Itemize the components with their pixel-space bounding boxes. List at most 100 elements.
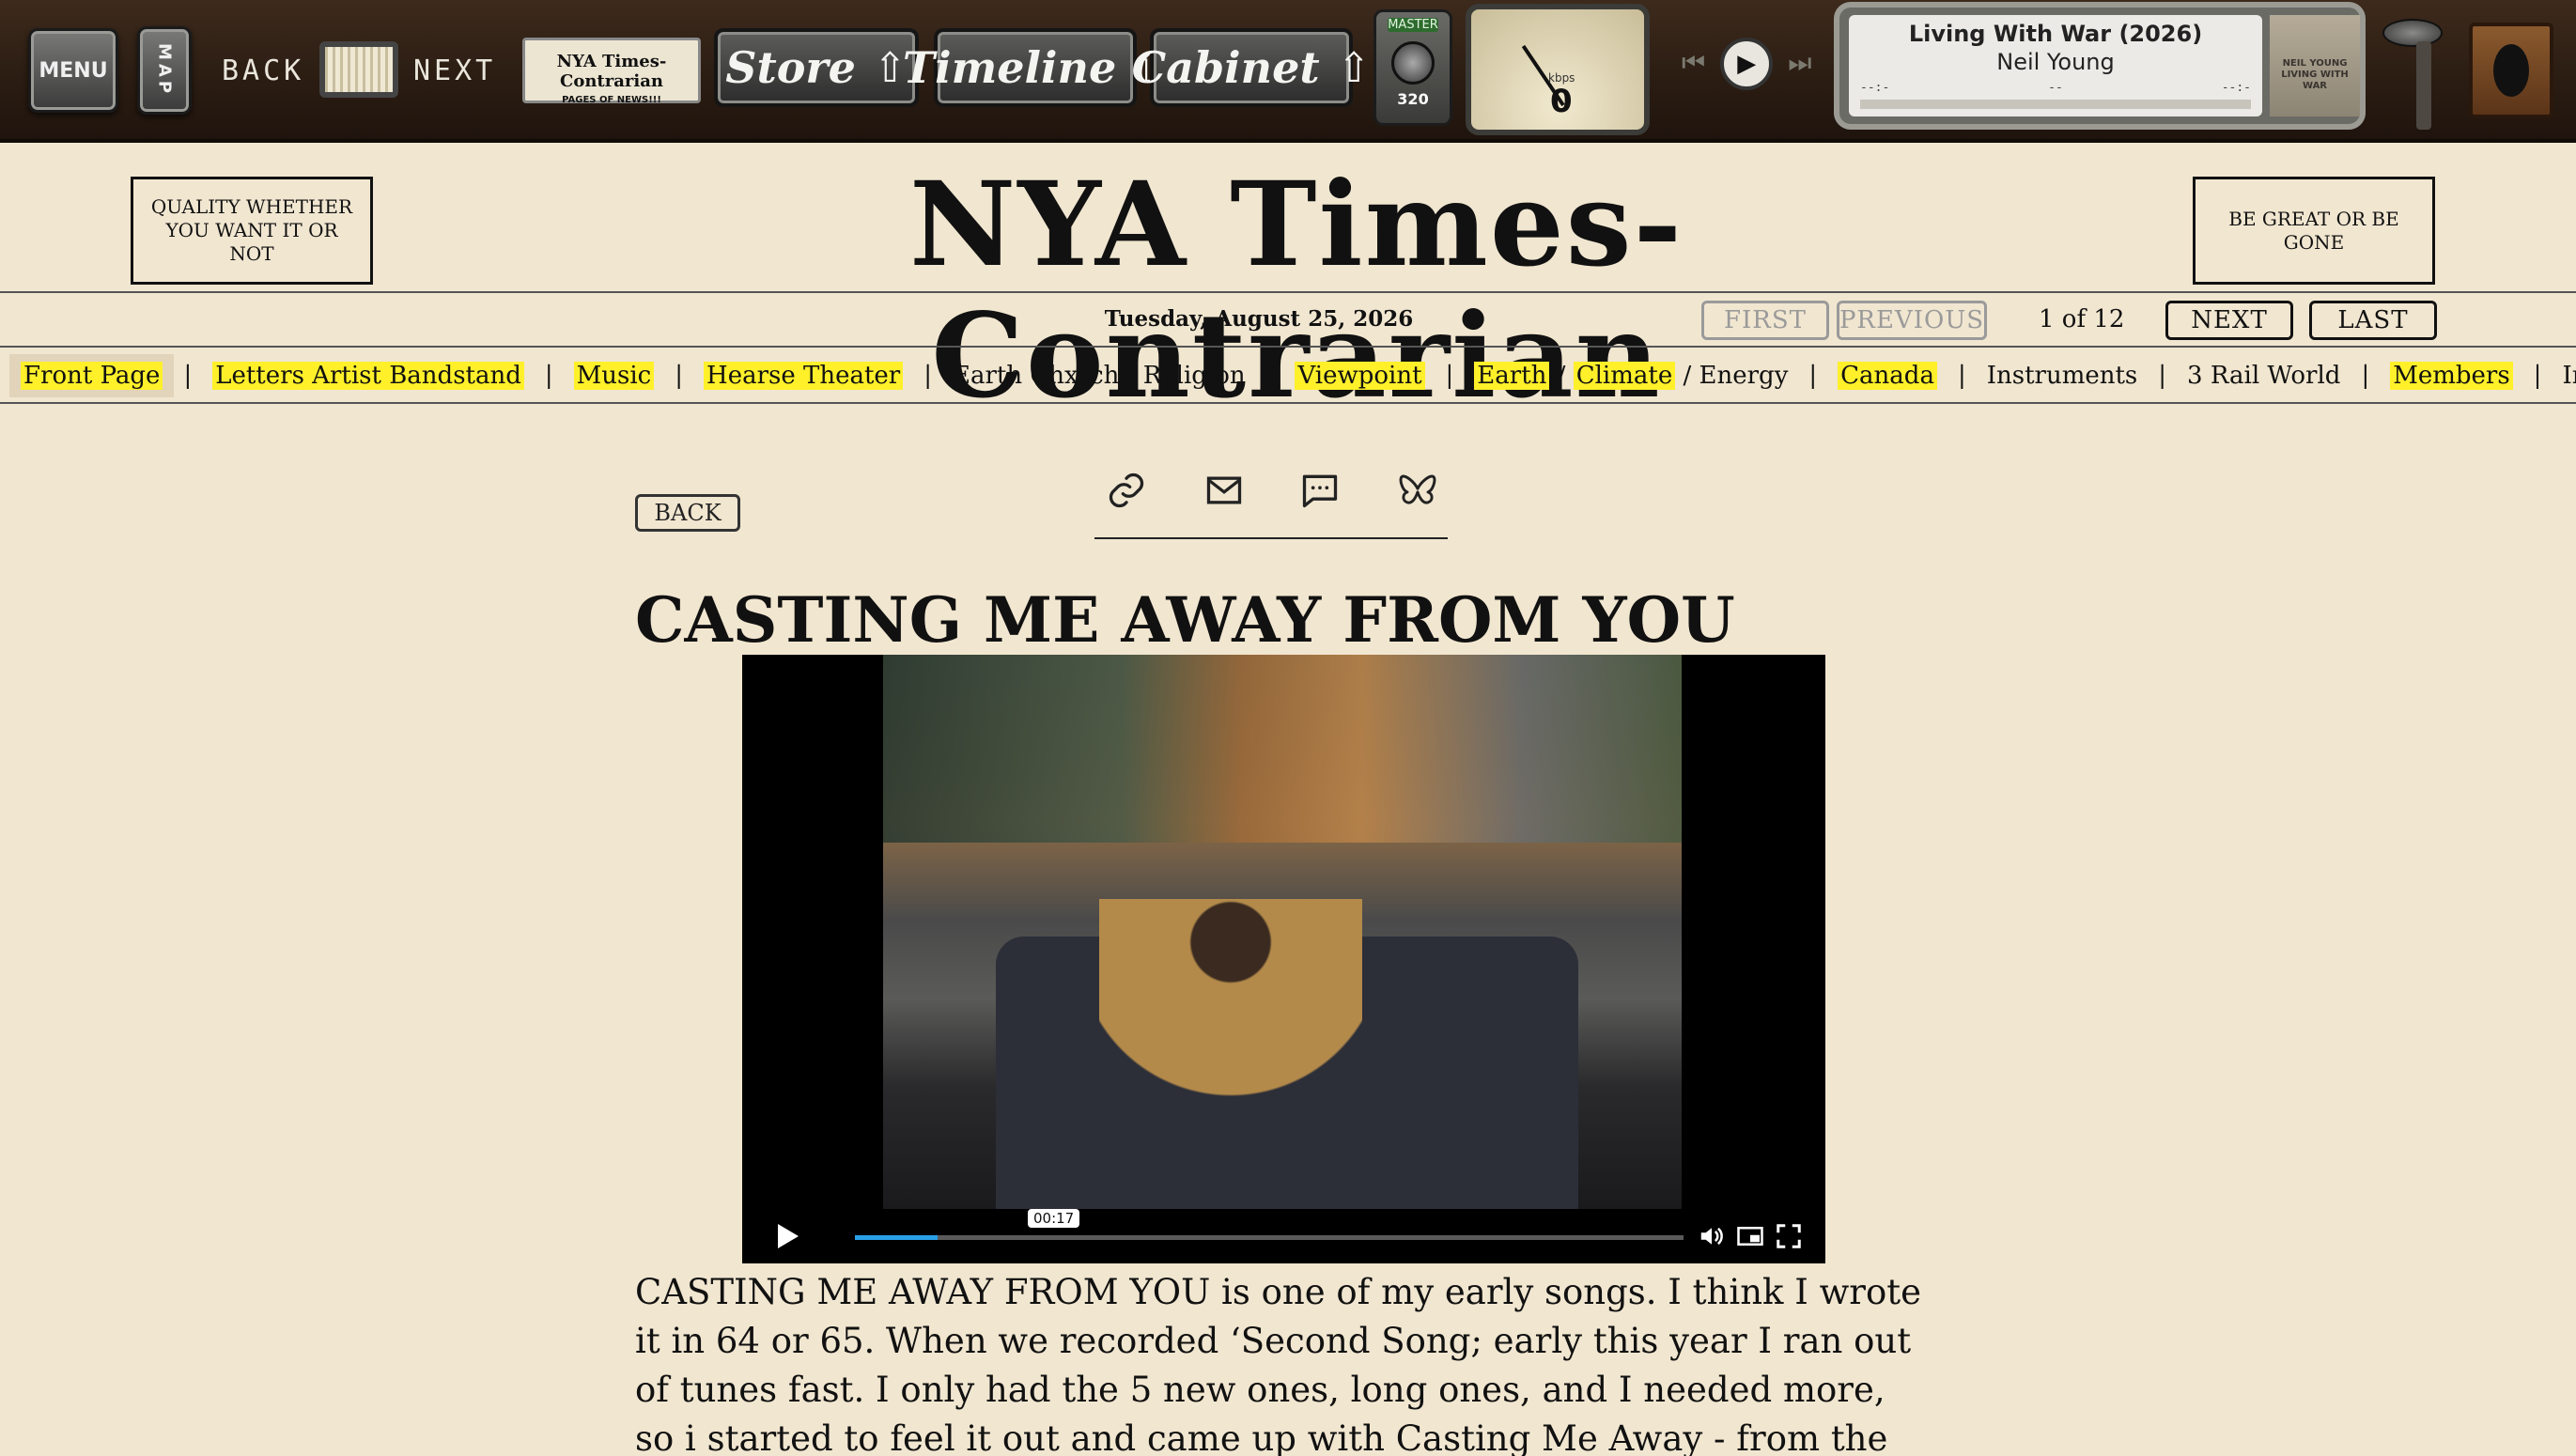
volume-icon[interactable] bbox=[1698, 1222, 1726, 1250]
nav-front-page-label: Front Page bbox=[21, 362, 163, 390]
nav-earth-church[interactable]: Earth Chxrch / Religion bbox=[941, 354, 1257, 397]
newspaper-button[interactable]: NYA Times-Contrarian PAGES OF NEWS!!! bbox=[522, 38, 701, 105]
nav-separator: | bbox=[2533, 362, 2542, 390]
master-knob-icon bbox=[1391, 41, 1435, 85]
nav-letters[interactable]: Letters Artist Bandstand bbox=[201, 354, 535, 397]
store-label: Store bbox=[725, 42, 856, 93]
nav-letters-label: Letters Artist Bandstand bbox=[212, 362, 524, 390]
transport-controls: ⏮ ▶ ⏭ bbox=[1682, 38, 1811, 90]
mail-icon[interactable] bbox=[1203, 470, 1245, 511]
album-cover[interactable]: NEIL YOUNG LIVING WITH WAR bbox=[2270, 15, 2360, 116]
share-bar bbox=[1094, 470, 1448, 539]
now-playing-progress-bar[interactable] bbox=[1860, 100, 2251, 109]
newspaper-button-title: NYA Times-Contrarian bbox=[556, 52, 667, 91]
nav-separator: | bbox=[2158, 362, 2167, 390]
link-icon[interactable] bbox=[1106, 470, 1147, 511]
timeline-button[interactable]: Timeline ⇧ bbox=[903, 28, 1168, 107]
nav-slash: / bbox=[1557, 362, 1566, 390]
cabinet-button[interactable]: Cabinet ⇧ bbox=[1132, 28, 1371, 107]
masthead-left-box: QUALITY WHETHER YOU WANT IT OR NOT bbox=[131, 177, 373, 285]
divider bbox=[0, 346, 2576, 348]
time-mid: -- bbox=[2048, 81, 2063, 95]
master-quality-switch[interactable]: MASTER 320 bbox=[1373, 9, 1452, 126]
map-button[interactable]: MAP bbox=[137, 26, 192, 115]
nav-slash: / bbox=[1683, 362, 1692, 390]
nav-members-label: Members bbox=[2390, 362, 2513, 390]
nav-earth-climate-energy[interactable]: Earth / Climate / Energy bbox=[1463, 354, 1799, 397]
time-left: --:- bbox=[1860, 81, 1890, 95]
video-controls: 00:17 bbox=[742, 1207, 1825, 1263]
butterfly-icon[interactable] bbox=[1397, 470, 1438, 511]
back-next-slider[interactable] bbox=[319, 41, 398, 98]
next-track-icon[interactable]: ⏭ bbox=[1788, 49, 1811, 79]
nav-music-label: Music bbox=[573, 362, 655, 390]
nav-members[interactable]: Members bbox=[2379, 354, 2523, 397]
keyhole-icon bbox=[2493, 44, 2529, 97]
nav-separator: | bbox=[923, 362, 933, 390]
pager-previous-button[interactable]: PREVIOUS bbox=[1837, 301, 1987, 340]
divider bbox=[0, 291, 2576, 293]
masthead-title[interactable]: NYA Times-Contrarian bbox=[658, 160, 1935, 423]
video-frame[interactable] bbox=[883, 655, 1682, 1209]
cabinet-arrow-icon: ⇧ bbox=[1336, 43, 1372, 92]
nav-hearse-label: Hearse Theater bbox=[704, 362, 904, 390]
article-back-button[interactable]: BACK bbox=[635, 494, 740, 532]
fullscreen-icon[interactable] bbox=[1775, 1222, 1803, 1250]
nav-viewpoint[interactable]: Viewpoint bbox=[1283, 354, 1435, 397]
menu-button[interactable]: MENU bbox=[28, 28, 118, 113]
nav-3-rail-world[interactable]: 3 Rail World bbox=[2176, 354, 2351, 397]
picture-in-picture-icon[interactable] bbox=[1736, 1222, 1764, 1250]
play-icon[interactable]: ▶ bbox=[1720, 38, 1774, 90]
toolbar-next-button[interactable]: NEXT bbox=[413, 54, 496, 87]
divider bbox=[0, 402, 2576, 404]
nav-front-page[interactable]: Front Page bbox=[9, 354, 175, 397]
now-playing-title: Living With War (2026) bbox=[1908, 21, 2203, 47]
cabinet-label: Cabinet bbox=[1131, 42, 1320, 93]
time-right: --:- bbox=[2221, 81, 2251, 95]
dateline-date: Tuesday, August 25, 2026 bbox=[1104, 306, 1414, 332]
store-button[interactable]: Store ⇧ bbox=[714, 28, 919, 107]
nav-hearse-theater[interactable]: Hearse Theater bbox=[692, 354, 914, 397]
nav-climate-label: Climate bbox=[1573, 362, 1676, 390]
gauge-value: 0 bbox=[1550, 83, 1573, 120]
nav-separator: | bbox=[1808, 362, 1818, 390]
comment-icon[interactable] bbox=[1299, 470, 1341, 511]
keyhole-button[interactable] bbox=[2469, 23, 2553, 118]
now-playing-artist: Neil Young bbox=[1996, 49, 2115, 75]
nav-instruments[interactable]: Instruments bbox=[1976, 354, 2149, 397]
article-headline: CASTING ME AWAY FROM YOU bbox=[635, 583, 1735, 657]
prev-track-icon[interactable]: ⏮ bbox=[1682, 49, 1705, 79]
toolbar-back-button[interactable]: BACK bbox=[222, 54, 304, 87]
nav-music[interactable]: Music bbox=[563, 354, 666, 397]
video-seek-bar[interactable]: 00:17 bbox=[855, 1209, 1684, 1240]
menu-label: MENU bbox=[39, 58, 108, 83]
masthead-right-box: BE GREAT OR BE GONE bbox=[2193, 177, 2435, 285]
now-playing-display[interactable]: Living With War (2026) Neil Young --:- -… bbox=[1834, 2, 2366, 130]
nav-separator: | bbox=[675, 362, 684, 390]
top-toolbar: MENU MAP BACK NEXT NYA Times-Contrarian … bbox=[0, 0, 2576, 143]
nav-energy-label: Energy bbox=[1699, 362, 1789, 390]
video-scene-background bbox=[883, 655, 1682, 843]
nav-separator: | bbox=[1957, 362, 1966, 390]
pager-first-button[interactable]: FIRST bbox=[1701, 301, 1829, 340]
now-playing-times: --:- -- --:- bbox=[1860, 81, 2251, 95]
nav-separator: | bbox=[1445, 362, 1454, 390]
nav-separator: | bbox=[544, 362, 553, 390]
lever-handle[interactable] bbox=[2416, 41, 2431, 130]
pager-last-button[interactable]: LAST bbox=[2309, 301, 2437, 340]
nav-earth-label: Earth bbox=[1474, 362, 1550, 390]
ufo-icon[interactable] bbox=[2382, 19, 2443, 47]
timeline-label: Timeline bbox=[902, 42, 1117, 93]
master-label: MASTER bbox=[1388, 18, 1438, 32]
pager-next-button[interactable]: NEXT bbox=[2165, 301, 2293, 340]
nav-canada[interactable]: Canada bbox=[1826, 354, 1948, 397]
nav-canada-label: Canada bbox=[1838, 362, 1937, 390]
now-playing-screen: Living With War (2026) Neil Young --:- -… bbox=[1849, 15, 2262, 116]
video-player[interactable]: 00:17 bbox=[742, 655, 1825, 1263]
nav-inside-nya[interactable]: Inside NYA bbox=[2551, 354, 2576, 397]
video-play-icon[interactable] bbox=[778, 1224, 799, 1248]
bitrate-gauge: kbps 0 bbox=[1466, 4, 1650, 135]
nav-viewpoint-label: Viewpoint bbox=[1295, 362, 1425, 390]
nav-separator: | bbox=[1265, 362, 1275, 390]
video-scene-person bbox=[1099, 899, 1362, 1115]
